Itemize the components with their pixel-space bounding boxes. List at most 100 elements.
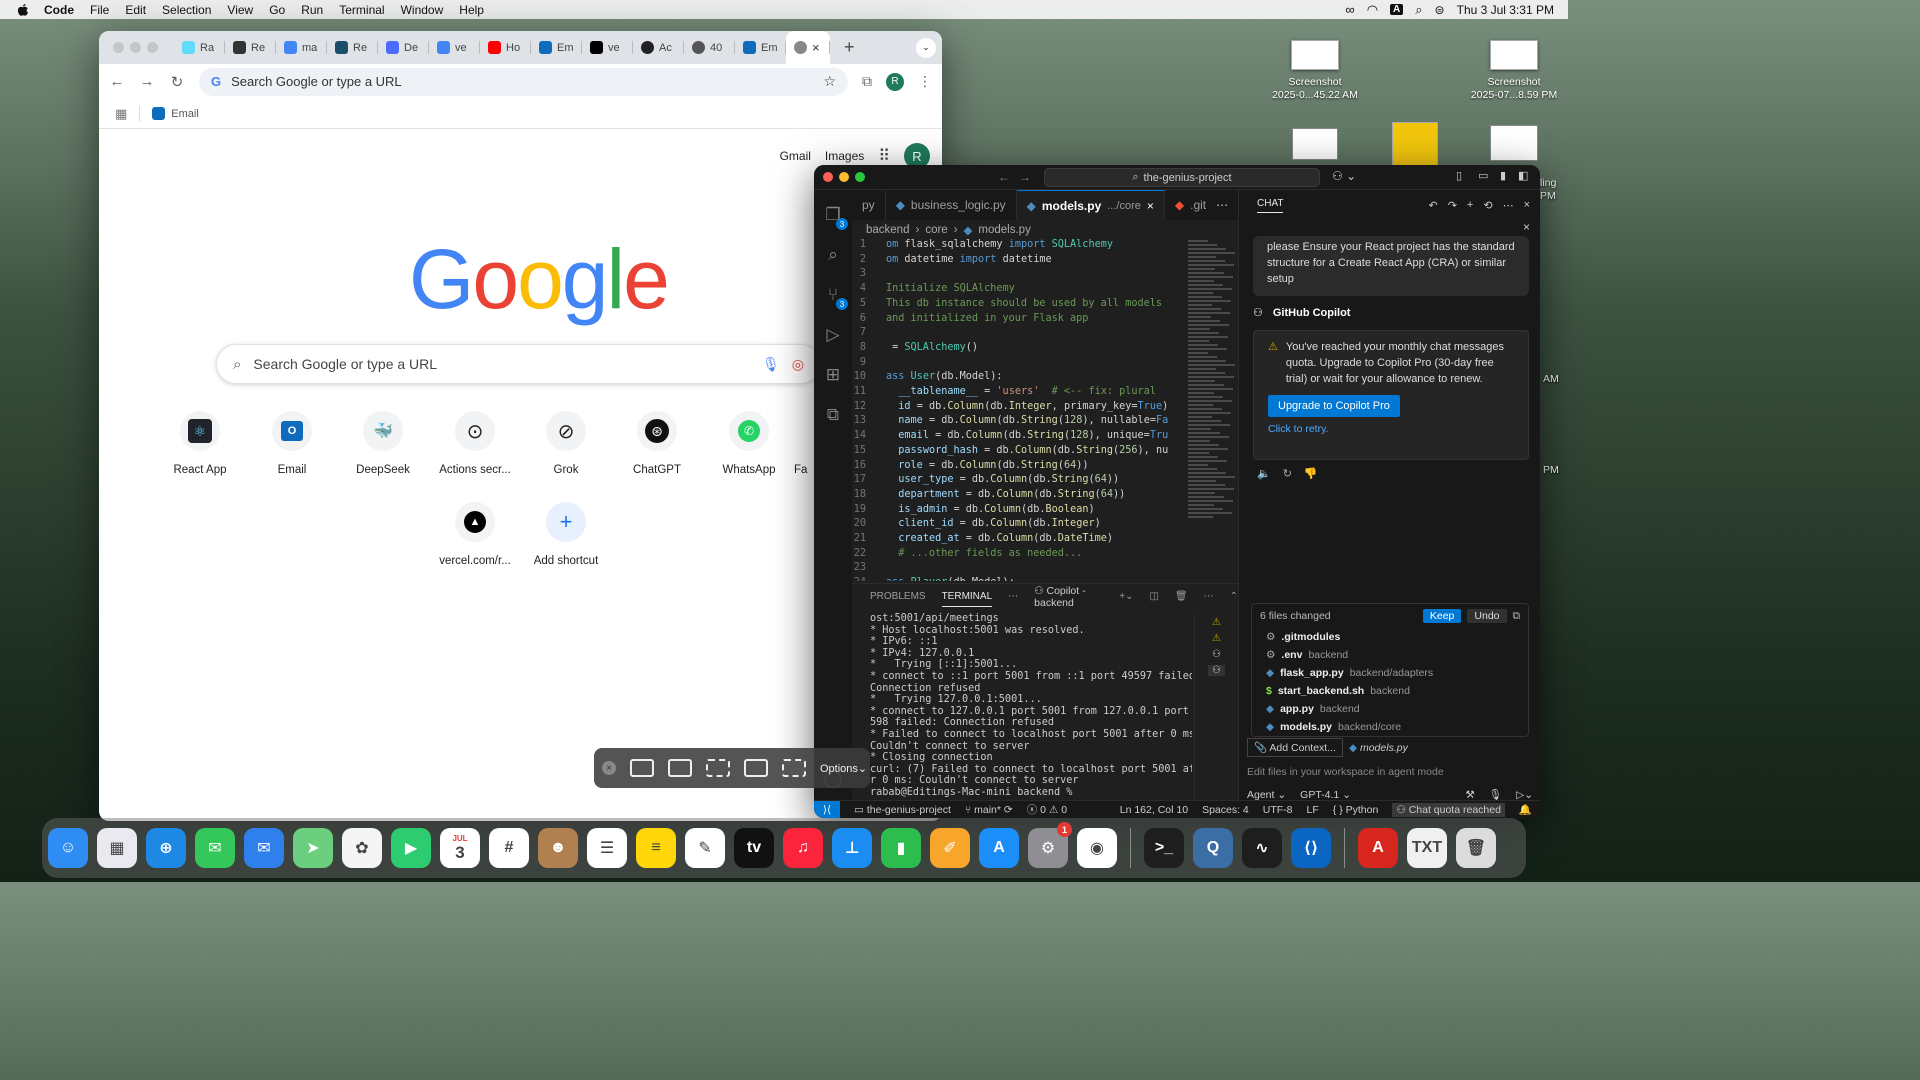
dock-app-facetime[interactable]: ▶ [391, 828, 431, 868]
code-line[interactable]: 20 client_id = db.Column(db.Integer) [852, 517, 1182, 532]
desktop-file-thumbnail-4[interactable] [1392, 122, 1438, 166]
shortcut-whatsapp[interactable]: ✆ WhatsApp [703, 411, 795, 476]
dock-app-finder[interactable]: ☺ [48, 828, 88, 868]
terminal-output[interactable]: ost:5001/api/meetings * Host localhost:50… [852, 613, 1192, 801]
code-line[interactable]: 19 is_admin = db.Column(db.Boolean) [852, 503, 1182, 518]
creative-cloud-icon[interactable]: ∞ [1345, 2, 1354, 17]
code-line[interactable]: 12 id = db.Column(db.Integer, primary_ke… [852, 400, 1182, 415]
editor-tab[interactable]: py [852, 190, 886, 220]
profile-avatar-small[interactable]: R [886, 72, 904, 91]
code-line[interactable]: 24ass Player(db.Model): [852, 576, 1182, 581]
dock-app-numbers[interactable]: ▮ [881, 828, 921, 868]
menu-window[interactable]: Window [393, 3, 452, 17]
menu-selection[interactable]: Selection [154, 3, 219, 17]
explorer-icon[interactable]: ❐ 3 [822, 204, 848, 230]
context-file-chip[interactable]: ◆ models.py [1349, 742, 1408, 754]
code-editor[interactable]: 1 om flask_sqlalchemy import SQLAlchemy 2 o… [852, 238, 1182, 581]
shortcut-react-app[interactable]: ⚛ React App [154, 411, 246, 476]
chrome-tab-active[interactable]: × [786, 31, 830, 64]
editor-tab-active[interactable]: ◆ models.py .../core × [1016, 190, 1165, 220]
new-chat-icon[interactable]: + [1467, 199, 1473, 212]
panel-options-icon[interactable]: ⋯ [1204, 591, 1214, 602]
status-problems[interactable]: ⓧ 0 ⚠ 0 [1027, 802, 1067, 817]
desktop-file-screenshot-1[interactable]: Screenshot 2025-0...45.22 AM [1265, 40, 1365, 102]
dock-app-photos[interactable]: ✿ [342, 828, 382, 868]
split-terminal-icon[interactable]: ◫ [1149, 591, 1158, 602]
dock-app-music[interactable]: ♫ [783, 828, 823, 868]
breadcrumb-item[interactable]: core [925, 224, 947, 236]
shortcut-deepseek[interactable]: 🐳 DeepSeek [337, 411, 429, 476]
code-line[interactable]: 22 # ...other fields as needed... [852, 547, 1182, 562]
changed-file[interactable]: $ start_backend.sh backend [1252, 682, 1528, 700]
images-link[interactable]: Images [825, 149, 864, 163]
forward-arrow-icon[interactable]: → [139, 73, 155, 90]
source-control-icon[interactable]: ⑂ 3 [822, 284, 848, 310]
model-picker[interactable]: GPT-4.1 ⌄ [1300, 789, 1351, 801]
extensions-icon[interactable]: ⊞ [822, 364, 844, 386]
notifications-icon[interactable]: 🔔 [1519, 803, 1540, 816]
code-line[interactable]: 3 [852, 267, 1182, 282]
terminal-name[interactable]: ⚇ Copilot - backend [1034, 585, 1103, 609]
nav-back-icon[interactable]: ← [998, 170, 1010, 184]
code-line[interactable]: 7 [852, 326, 1182, 341]
chrome-tab[interactable]: Em [735, 31, 786, 64]
send-icon[interactable]: ▷⌄ [1516, 789, 1533, 801]
new-terminal-icon[interactable]: +⌄ [1119, 591, 1133, 602]
code-line[interactable]: 18 department = db.Column(db.String(64)) [852, 488, 1182, 503]
desktop-file-thumbnail-3[interactable] [1292, 128, 1338, 160]
toggle-primary-sidebar-icon[interactable]: ▯ [1456, 169, 1462, 182]
run-debug-icon[interactable]: ▷ [822, 324, 844, 346]
dock-app-slack[interactable]: # [489, 828, 529, 868]
dock-app-messages[interactable]: ✉ [195, 828, 235, 868]
toggle-secondary-sidebar-icon[interactable]: ▮ [1500, 169, 1506, 182]
shortcut-actions-secrets[interactable]: ⊙ Actions secr... [429, 411, 521, 476]
dock-app-acrobat[interactable]: A [1358, 828, 1398, 868]
thumbs-down-icon[interactable]: 👎 [1304, 467, 1318, 480]
close-window-button[interactable] [823, 172, 833, 182]
remote-explorer-icon[interactable]: ⧉ [822, 404, 844, 426]
lens-search-icon[interactable]: ◎ [792, 356, 804, 373]
capture-selection-icon[interactable] [706, 759, 730, 777]
toggle-panel-icon[interactable]: ▭ [1478, 169, 1488, 182]
wifi-icon[interactable]: ◠ [1367, 2, 1378, 18]
minimap[interactable] [1184, 238, 1238, 581]
status-copilot[interactable]: ⚇ Chat quota reached [1392, 802, 1505, 817]
editor-tab[interactable]: ◆ business_logic.py [886, 190, 1017, 220]
dock-app-quicktime[interactable]: Q [1193, 828, 1233, 868]
status-project[interactable]: ▭ the-genius-project [854, 804, 951, 816]
code-line[interactable]: 11 __tablename__ = 'users' # <-- fix: pl… [852, 385, 1182, 400]
capture-window-icon[interactable] [668, 759, 692, 777]
chat-input[interactable]: Edit files in your workspace in agent mo… [1247, 766, 1533, 778]
extensions-icon[interactable]: ⧉ [862, 73, 872, 90]
chrome-tab[interactable]: Em [531, 31, 582, 64]
tab-search-button[interactable]: ⌄ [916, 37, 936, 58]
dock-app-vs-code[interactable]: ⟨⟩ [1291, 828, 1331, 868]
dock-app-terminal[interactable]: >_ [1144, 828, 1184, 868]
shortcut-vercel[interactable]: ▲ vercel.com/r... [429, 502, 521, 567]
code-line[interactable]: 16 role = db.Column(db.String(64)) [852, 459, 1182, 474]
control-center-icon[interactable]: ⊜ [1435, 3, 1445, 17]
back-arrow-icon[interactable]: ← [109, 73, 125, 90]
chrome-tab[interactable]: 40 [684, 31, 735, 64]
close-message-icon[interactable]: × [1523, 220, 1530, 234]
google-search-box[interactable]: ⌕ Search Google or type a URL 🎙 ◎ [216, 344, 821, 384]
undo-button[interactable]: Undo [1467, 609, 1507, 623]
changed-file[interactable]: ◆ flask_app.py backend/adapters [1252, 664, 1528, 682]
changed-file[interactable]: ⚙ .gitmodules [1252, 628, 1528, 646]
bookmark-star-icon[interactable]: ☆ [823, 73, 836, 90]
panel-tab-terminal[interactable]: TERMINAL [941, 586, 993, 607]
record-selection-icon[interactable] [782, 759, 806, 777]
close-icon[interactable]: × [1524, 199, 1530, 212]
breadcrumb-item[interactable]: backend [866, 224, 909, 236]
code-line[interactable]: 14 email = db.Column(db.String(128), uni… [852, 429, 1182, 444]
code-line[interactable]: 4 Initialize SQLAlchemy [852, 282, 1182, 297]
command-center-search[interactable]: ⌕ the-genius-project [1044, 168, 1320, 187]
nav-forward-icon[interactable]: → [1019, 170, 1031, 184]
chrome-tab[interactable]: ve [582, 31, 633, 64]
changed-file[interactable]: ⚙ .env backend [1252, 646, 1528, 664]
menu-view[interactable]: View [219, 3, 261, 17]
menu-app-name[interactable]: Code [36, 3, 82, 17]
read-aloud-icon[interactable]: 🔈 [1257, 467, 1271, 480]
view-all-edits-icon[interactable]: ⧉ [1513, 610, 1521, 623]
keep-button[interactable]: Keep [1422, 609, 1462, 623]
